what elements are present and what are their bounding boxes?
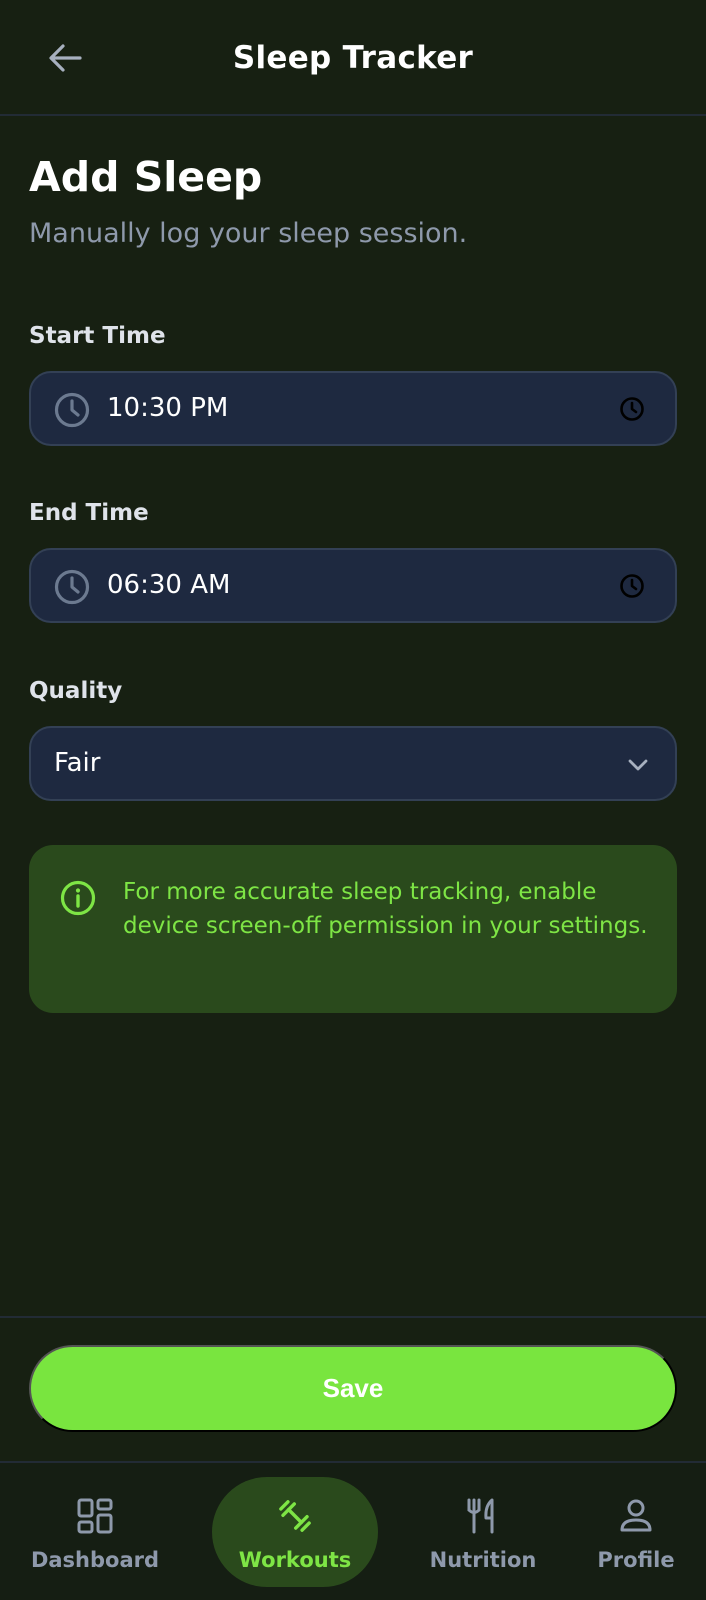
notice-text: For more accurate sleep tracking, enable… (123, 879, 648, 939)
end-time-field[interactable]: 06:30 AM (29, 548, 677, 623)
start-time-label: Start Time (29, 323, 166, 349)
quality-label: Quality (29, 678, 123, 704)
nav-label-workouts: Workouts (238, 1548, 352, 1572)
nav-item-profile[interactable]: Profile (561, 1463, 706, 1600)
info-notice: For more accurate sleep tracking, enable… (29, 845, 677, 1013)
page-subtitle: Manually log your sleep session. (29, 218, 468, 249)
start-time-field[interactable]: 10:30 PM (29, 371, 677, 446)
nav-label-dashboard: Dashboard (30, 1548, 160, 1572)
end-time-label: End Time (29, 500, 149, 526)
dumbbell-icon (279, 1500, 311, 1532)
info-icon (60, 880, 96, 916)
nav-label-nutrition: Nutrition (429, 1548, 537, 1572)
nav-label-profile: Profile (597, 1548, 675, 1572)
person-icon (620, 1499, 652, 1532)
quality-value: Fair (54, 748, 101, 778)
app-title: Sleep Tracker (232, 40, 474, 76)
bottom-nav: Dashboard Workouts Nutrition Profile (0, 1461, 706, 1600)
clock-icon (54, 392, 90, 428)
nav-item-nutrition[interactable]: Nutrition (408, 1463, 558, 1600)
app-bar: Sleep Tracker (0, 0, 706, 116)
start-time-value: 10:30 PM (107, 393, 229, 423)
page-title: Add Sleep (29, 153, 263, 201)
dashboard-icon (77, 1498, 113, 1534)
nav-item-dashboard[interactable]: Dashboard (20, 1463, 170, 1600)
clock-icon (54, 569, 90, 605)
end-time-value: 06:30 AM (107, 570, 231, 600)
chevron-down-icon (628, 759, 648, 771)
divider (0, 1316, 706, 1318)
save-button[interactable]: Save (29, 1345, 677, 1432)
time-picker-icon[interactable] (619, 573, 645, 599)
nav-item-workouts[interactable]: Workouts (220, 1463, 370, 1600)
fork-knife-icon (467, 1498, 494, 1534)
quality-select[interactable]: Fair (29, 726, 677, 801)
time-picker-icon[interactable] (619, 396, 645, 422)
